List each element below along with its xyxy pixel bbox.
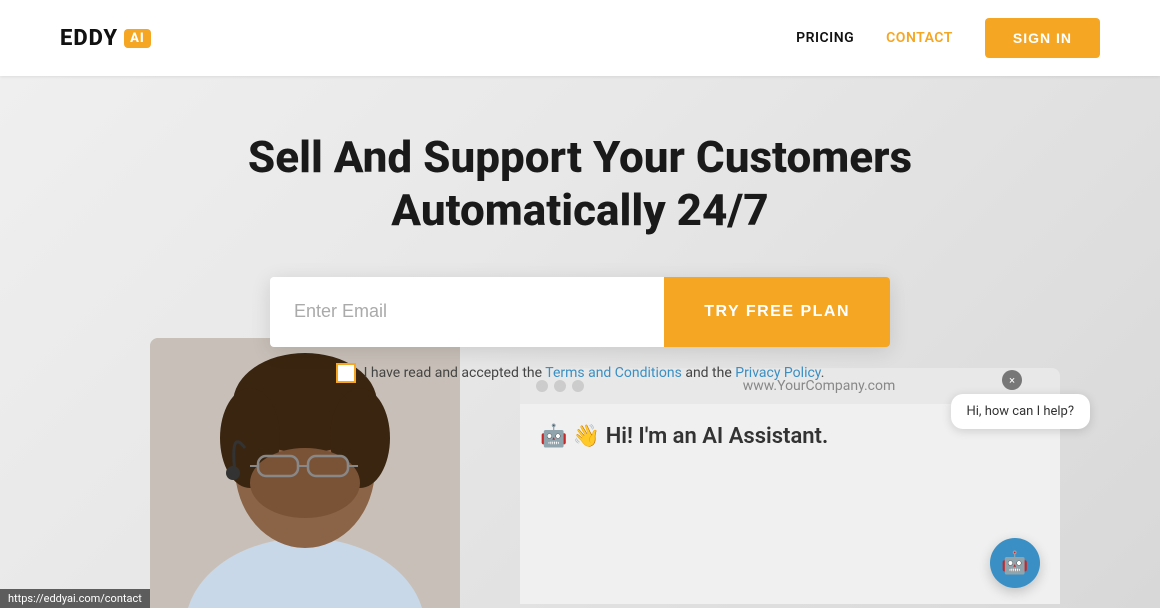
chat-bubble: × Hi, how can I help? xyxy=(951,394,1091,429)
main-content: Sell And Support Your Customers Automati… xyxy=(0,76,1160,383)
chat-greeting: 🤖 👋 Hi! I'm an AI Assistant. xyxy=(540,424,828,449)
terms-link[interactable]: Terms and Conditions xyxy=(545,365,682,381)
terms-checkbox[interactable] xyxy=(336,363,356,383)
header: EDDY AI PRICING CONTACT SIGN IN xyxy=(0,0,1160,76)
chat-icon-button[interactable]: 🤖 xyxy=(990,538,1040,588)
try-free-plan-button[interactable]: TRY FREE PLAN xyxy=(664,277,890,347)
email-form-wrapper: TRY FREE PLAN xyxy=(0,277,1160,347)
hero-title: Sell And Support Your Customers Automati… xyxy=(0,131,1160,237)
privacy-link[interactable]: Privacy Policy xyxy=(735,365,820,381)
chat-robot-icon: 🤖 xyxy=(1001,551,1028,576)
email-input[interactable] xyxy=(270,277,664,347)
checkbox-label: I have read and accepted the Terms and C… xyxy=(364,365,825,381)
nav: PRICING CONTACT SIGN IN xyxy=(796,18,1100,58)
logo: EDDY AI xyxy=(60,26,151,51)
nav-contact[interactable]: CONTACT xyxy=(886,30,953,46)
logo-text: EDDY xyxy=(60,26,118,51)
signin-button[interactable]: SIGN IN xyxy=(985,18,1100,58)
nav-pricing[interactable]: PRICING xyxy=(796,30,854,46)
footer-link[interactable]: https://eddyai.com/contact xyxy=(0,589,150,608)
chat-widget: www.YourCompany.com 🤖 👋 Hi! I'm an AI As… xyxy=(520,368,1060,608)
terms-row: I have read and accepted the Terms and C… xyxy=(0,363,1160,383)
logo-badge: AI xyxy=(124,29,151,48)
chat-content: 🤖 👋 Hi! I'm an AI Assistant. × Hi, how c… xyxy=(520,404,1060,604)
email-form: TRY FREE PLAN xyxy=(270,277,890,347)
